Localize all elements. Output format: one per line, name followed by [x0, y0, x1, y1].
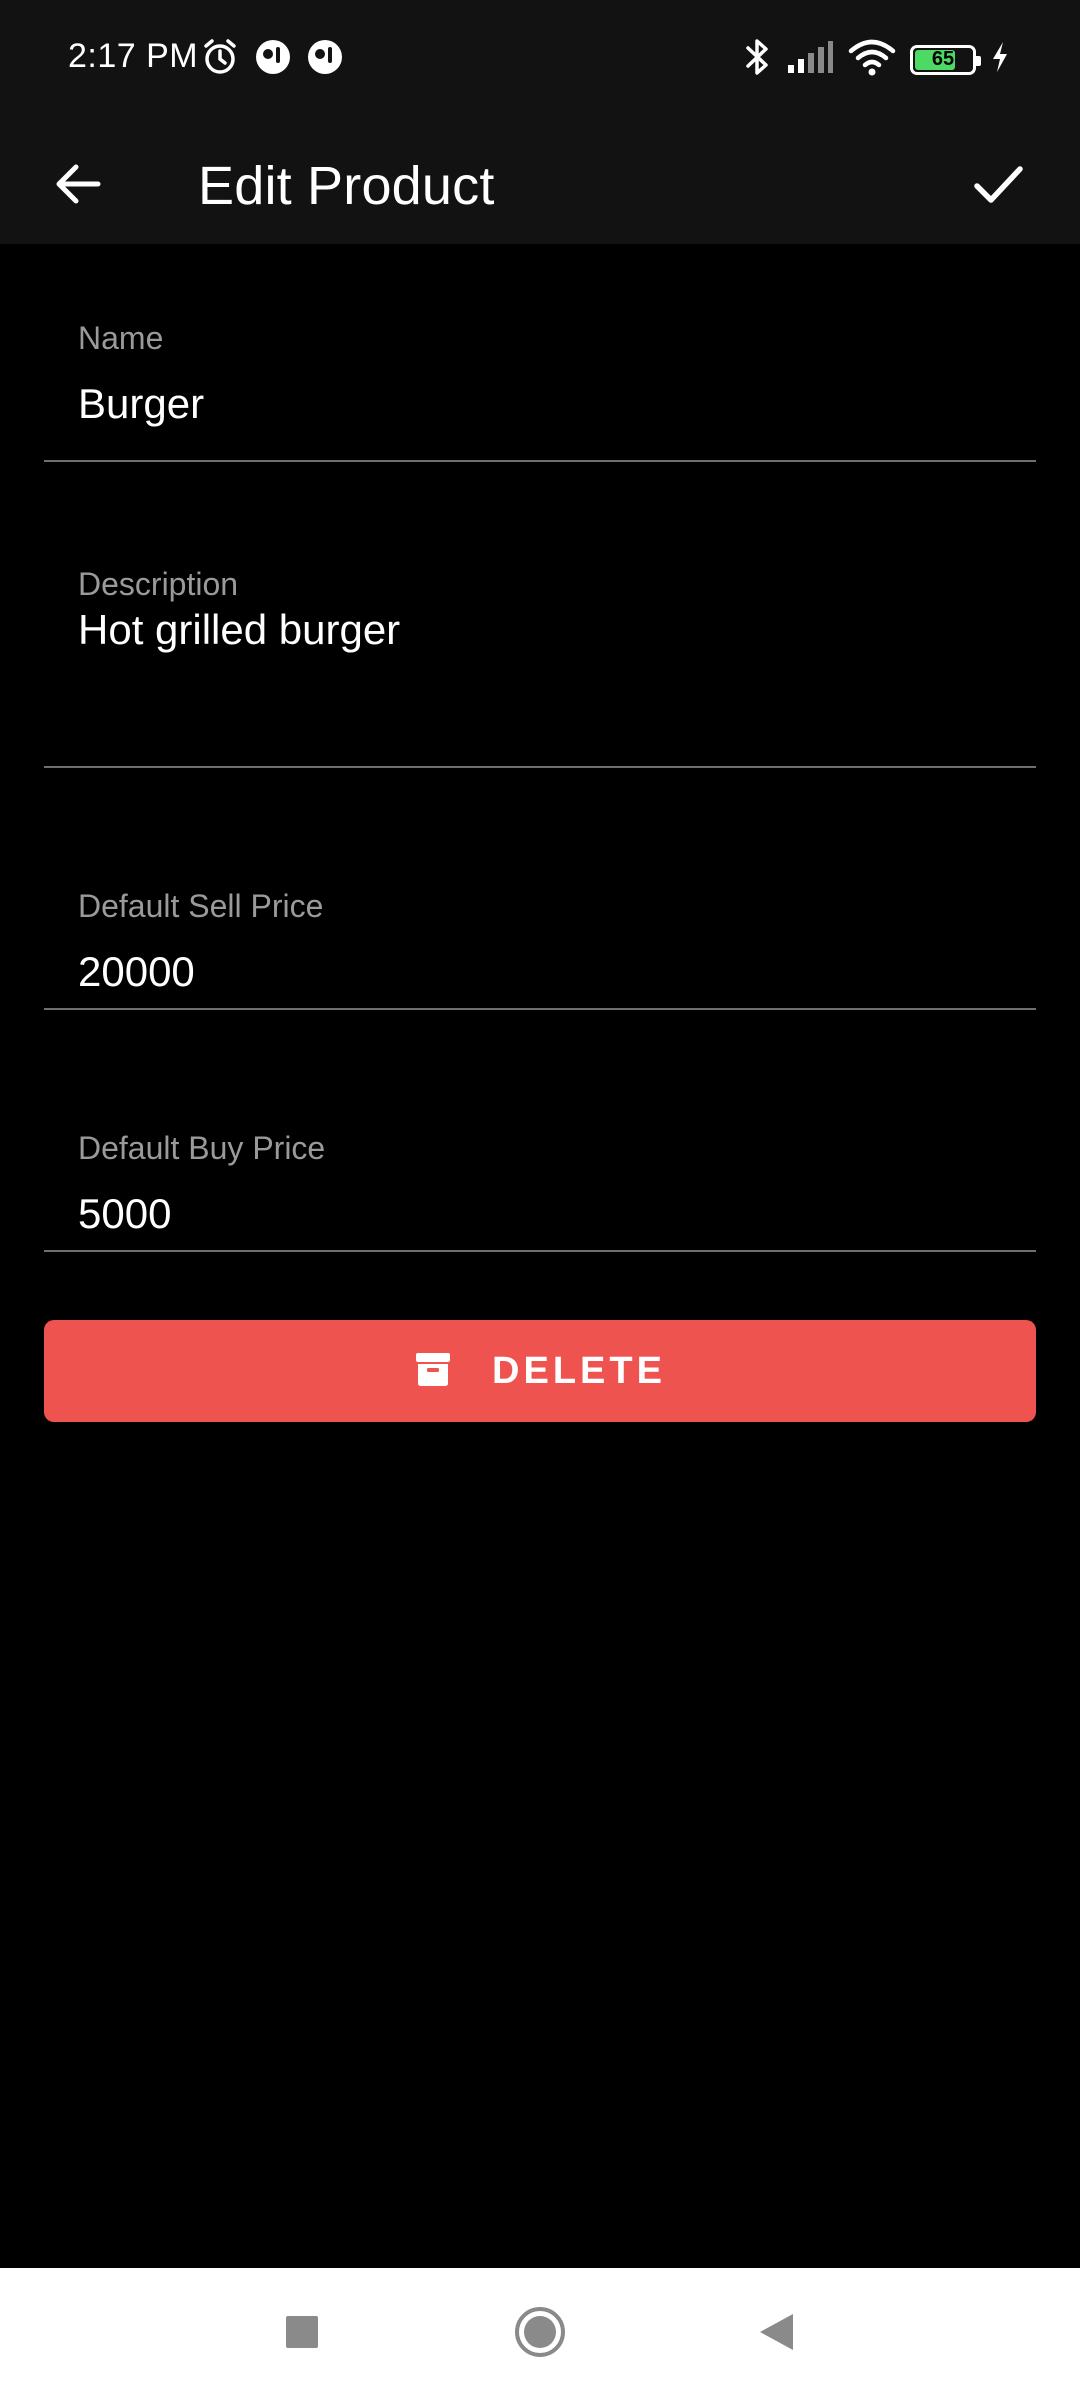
- buy-price-input[interactable]: 5000: [78, 1190, 171, 1238]
- recents-button[interactable]: [266, 2298, 338, 2370]
- name-input[interactable]: Burger: [78, 380, 204, 428]
- bluetooth-icon: [742, 36, 772, 83]
- charging-icon: [990, 40, 1010, 79]
- sell-price-input[interactable]: 20000: [78, 948, 195, 996]
- sell-price-field[interactable]: Default Sell Price 20000: [44, 768, 1036, 1010]
- name-label: Name: [78, 320, 164, 356]
- delete-label: DELETE: [492, 1349, 666, 1392]
- sell-price-label: Default Sell Price: [78, 888, 324, 924]
- archive-icon: [414, 1350, 452, 1393]
- status-bar: 2:17 PM 65: [0, 0, 1080, 118]
- buy-price-field[interactable]: Default Buy Price 5000: [44, 1010, 1036, 1252]
- alarm-icon: [200, 37, 240, 82]
- app-notification-icon: [254, 38, 292, 81]
- description-input[interactable]: Hot grilled burger: [78, 606, 400, 654]
- status-time: 2:17 PM: [68, 37, 199, 75]
- save-button[interactable]: [958, 146, 1038, 226]
- name-field[interactable]: Name Burger: [44, 244, 1036, 462]
- description-label: Description: [78, 566, 239, 602]
- app-bar: Edit Product: [0, 118, 1080, 244]
- system-nav-bar: [0, 2268, 1080, 2400]
- status-left-icons: [200, 37, 344, 82]
- product-form: Name Burger Description Hot grilled burg…: [44, 244, 1036, 1252]
- arrow-left-icon: [52, 158, 104, 215]
- delete-button[interactable]: DELETE: [44, 1320, 1036, 1422]
- back-triangle-icon: [757, 2312, 795, 2357]
- signal-icon: [786, 39, 834, 80]
- wifi-icon: [848, 38, 896, 81]
- battery-level: 65: [931, 48, 955, 70]
- check-icon: [971, 157, 1025, 216]
- home-button[interactable]: [504, 2298, 576, 2370]
- battery-icon: 65: [910, 44, 981, 75]
- buy-price-label: Default Buy Price: [78, 1130, 326, 1166]
- recents-square-icon: [284, 2314, 320, 2355]
- page-title: Edit Product: [198, 156, 495, 216]
- status-right-icons: 65: [742, 36, 1010, 83]
- back-button[interactable]: [40, 148, 116, 224]
- home-circle-icon: [513, 2305, 567, 2364]
- back-nav-button[interactable]: [740, 2298, 812, 2370]
- app-notification-icon: [306, 38, 344, 81]
- description-field[interactable]: Description Hot grilled burger: [44, 462, 1036, 768]
